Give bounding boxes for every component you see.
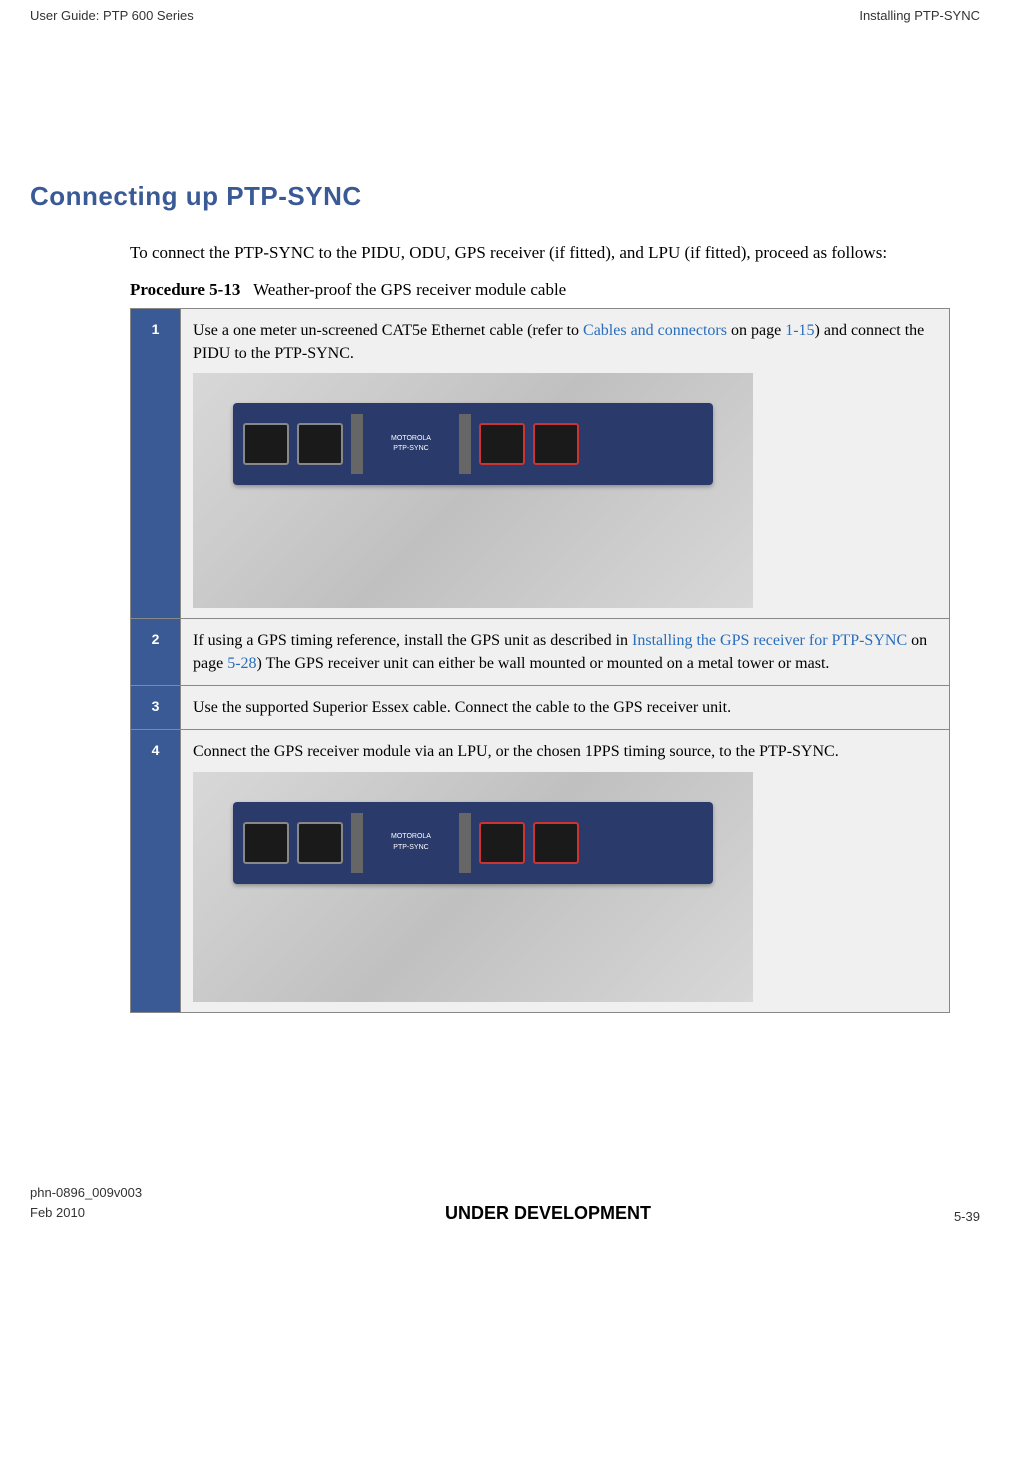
divider-icon [459,813,471,873]
port-icon [243,822,289,864]
brand-label: MOTOROLA PTP-SYNC [371,823,451,863]
step-text: Connect the GPS receiver module via an L… [193,743,839,760]
doc-number: phn-0896_009v003 [30,1183,142,1204]
step-number: 3 [131,686,181,730]
step-text: Use a one meter un-screened CAT5e Ethern… [193,322,583,339]
divider-icon [459,414,471,474]
divider-icon [351,813,363,873]
table-row: 2 If using a GPS timing reference, insta… [131,618,950,685]
link-page-5-28[interactable]: 5-28 [227,655,256,672]
step-text: on page [727,322,785,339]
port-icon [243,423,289,465]
divider-icon [351,414,363,474]
port-icon [297,822,343,864]
footer-left: phn-0896_009v003 Feb 2010 [30,1183,142,1225]
footer-status: UNDER DEVELOPMENT [445,1203,651,1224]
table-row: 3 Use the supported Superior Essex cable… [131,686,950,730]
brand-label: MOTOROLA PTP-SYNC [371,424,451,464]
procedure-label: Procedure 5-13 [130,280,240,299]
step-content: If using a GPS timing reference, install… [181,618,950,685]
procedure-desc: Weather-proof the GPS receiver module ca… [253,280,566,299]
step-number: 1 [131,308,181,618]
brand-text: MOTOROLA [391,832,431,842]
brand-text: MOTOROLA [391,434,431,444]
step-number: 2 [131,618,181,685]
port-icon [533,423,579,465]
step-number: 4 [131,730,181,1012]
step-content: Connect the GPS receiver module via an L… [181,730,950,1012]
procedure-name [245,280,254,299]
port-icon [297,423,343,465]
header-right: Installing PTP-SYNC [859,8,980,23]
ptp-sync-device: MOTOROLA PTP-SYNC [233,802,713,884]
port-icon [479,822,525,864]
page-footer: phn-0896_009v003 Feb 2010 UNDER DEVELOPM… [0,1173,1010,1245]
procedure-table: 1 Use a one meter un-screened CAT5e Ethe… [130,308,950,1013]
procedure-title: Procedure 5-13 Weather-proof the GPS rec… [130,280,980,300]
step-content: Use the supported Superior Essex cable. … [181,686,950,730]
table-row: 1 Use a one meter un-screened CAT5e Ethe… [131,308,950,618]
section-heading: Connecting up PTP-SYNC [30,181,980,212]
ptp-sync-device: MOTOROLA PTP-SYNC [233,403,713,485]
step-text: ) The GPS receiver unit can either be wa… [257,655,830,672]
hardware-photo-1: MOTOROLA PTP-SYNC [193,373,753,608]
link-installing-gps[interactable]: Installing the GPS receiver for PTP-SYNC [632,632,907,649]
link-cables[interactable]: Cables and connectors [583,322,727,339]
intro-paragraph: To connect the PTP-SYNC to the PIDU, ODU… [130,240,980,266]
port-icon [479,423,525,465]
header-left: User Guide: PTP 600 Series [30,8,194,23]
main-content: Connecting up PTP-SYNC To connect the PT… [0,31,1010,1013]
page-header: User Guide: PTP 600 Series Installing PT… [0,0,1010,31]
port-icon [533,822,579,864]
doc-date: Feb 2010 [30,1203,142,1224]
model-text: PTP-SYNC [393,843,428,853]
step-content: Use a one meter un-screened CAT5e Ethern… [181,308,950,618]
step-text: If using a GPS timing reference, install… [193,632,632,649]
link-page-1-15[interactable]: 1-15 [785,322,814,339]
table-row: 4 Connect the GPS receiver module via an… [131,730,950,1012]
model-text: PTP-SYNC [393,444,428,454]
hardware-photo-2: MOTOROLA PTP-SYNC [193,772,753,1002]
page-number: 5-39 [954,1209,980,1224]
